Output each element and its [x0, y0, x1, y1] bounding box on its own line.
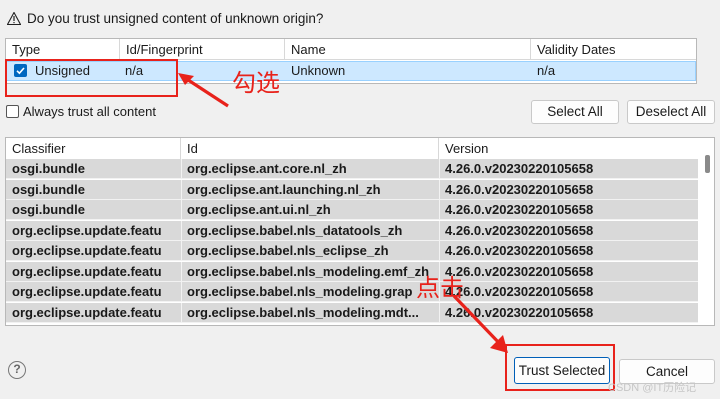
row-version: 4.26.0.v20230220105658: [445, 202, 594, 217]
deselect-all-button[interactable]: Deselect All: [627, 100, 715, 124]
column-header-id-fingerprint[interactable]: Id/Fingerprint: [120, 39, 285, 60]
content-table: Classifier Id Version osgi.bundle org.ec…: [5, 137, 715, 326]
row-version: 4.26.0.v20230220105658: [445, 181, 594, 197]
watermark: CSDN @IT历险记: [608, 382, 697, 394]
row-id: org.eclipse.babel.nls_modeling.grap: [187, 284, 413, 299]
scrollbar-thumb[interactable]: [705, 155, 710, 173]
warning-triangle-icon: [7, 12, 21, 25]
content-row[interactable]: osgi.bundle org.eclipse.ant.ui.nl_zh 4.2…: [6, 200, 698, 220]
signer-validity: n/a: [537, 63, 556, 78]
annotation-box-checkbox: [5, 59, 178, 97]
column-header-type[interactable]: Type: [6, 39, 120, 60]
row-id: org.eclipse.babel.nls_modeling.emf_zh: [187, 263, 430, 279]
content-row[interactable]: osgi.bundle org.eclipse.ant.launching.nl…: [6, 179, 698, 200]
row-id: org.eclipse.babel.nls_datatools_zh: [187, 222, 403, 238]
row-classifier: org.eclipse.update.featu: [12, 243, 162, 258]
help-icon[interactable]: ?: [8, 361, 26, 379]
row-classifier: org.eclipse.update.featu: [12, 284, 162, 299]
content-row[interactable]: osgi.bundle org.eclipse.ant.core.nl_zh 4…: [6, 159, 698, 179]
row-classifier: osgi.bundle: [12, 202, 85, 217]
annotation-arrow-icon: [178, 73, 229, 108]
content-row[interactable]: org.eclipse.update.featu org.eclipse.bab…: [6, 241, 698, 261]
row-id: org.eclipse.babel.nls_modeling.mdt...: [187, 304, 419, 320]
annotation-arrow-icon: [452, 294, 508, 353]
content-row[interactable]: org.eclipse.update.featu org.eclipse.bab…: [6, 261, 698, 282]
row-version: 4.26.0.v20230220105658: [445, 161, 594, 176]
annotation-box-trust-button: [505, 344, 615, 391]
row-classifier: org.eclipse.update.featu: [12, 263, 162, 279]
column-header-name[interactable]: Name: [285, 39, 531, 60]
always-trust-label[interactable]: Always trust all content: [23, 104, 156, 119]
row-id: org.eclipse.babel.nls_eclipse_zh: [187, 243, 389, 258]
row-version: 4.26.0.v20230220105658: [445, 243, 594, 258]
row-id: org.eclipse.ant.core.nl_zh: [187, 161, 347, 176]
trust-question: Do you trust unsigned content of unknown…: [27, 11, 324, 26]
row-classifier: osgi.bundle: [12, 181, 85, 197]
row-version: 4.26.0.v20230220105658: [445, 222, 594, 238]
content-row[interactable]: org.eclipse.update.featu org.eclipse.bab…: [6, 282, 698, 302]
annotation-check-label: 勾选: [232, 69, 280, 97]
content-row[interactable]: org.eclipse.update.featu org.eclipse.bab…: [6, 302, 698, 323]
column-header-id[interactable]: Id: [181, 138, 439, 159]
vertical-scrollbar[interactable]: [701, 152, 714, 325]
row-classifier: osgi.bundle: [12, 161, 85, 176]
column-header-validity-dates[interactable]: Validity Dates: [531, 39, 696, 60]
row-id: org.eclipse.ant.launching.nl_zh: [187, 181, 381, 197]
select-all-button[interactable]: Select All: [531, 100, 619, 124]
column-header-version[interactable]: Version: [439, 138, 701, 159]
signer-name: Unknown: [291, 63, 346, 78]
row-id: org.eclipse.ant.ui.nl_zh: [187, 202, 331, 217]
row-classifier: org.eclipse.update.featu: [12, 222, 162, 238]
row-version: 4.26.0.v20230220105658: [445, 263, 594, 279]
column-header-classifier[interactable]: Classifier: [6, 138, 181, 159]
row-classifier: org.eclipse.update.featu: [12, 304, 162, 320]
content-row[interactable]: org.eclipse.update.featu org.eclipse.bab…: [6, 220, 698, 241]
always-trust-checkbox[interactable]: [6, 105, 19, 118]
